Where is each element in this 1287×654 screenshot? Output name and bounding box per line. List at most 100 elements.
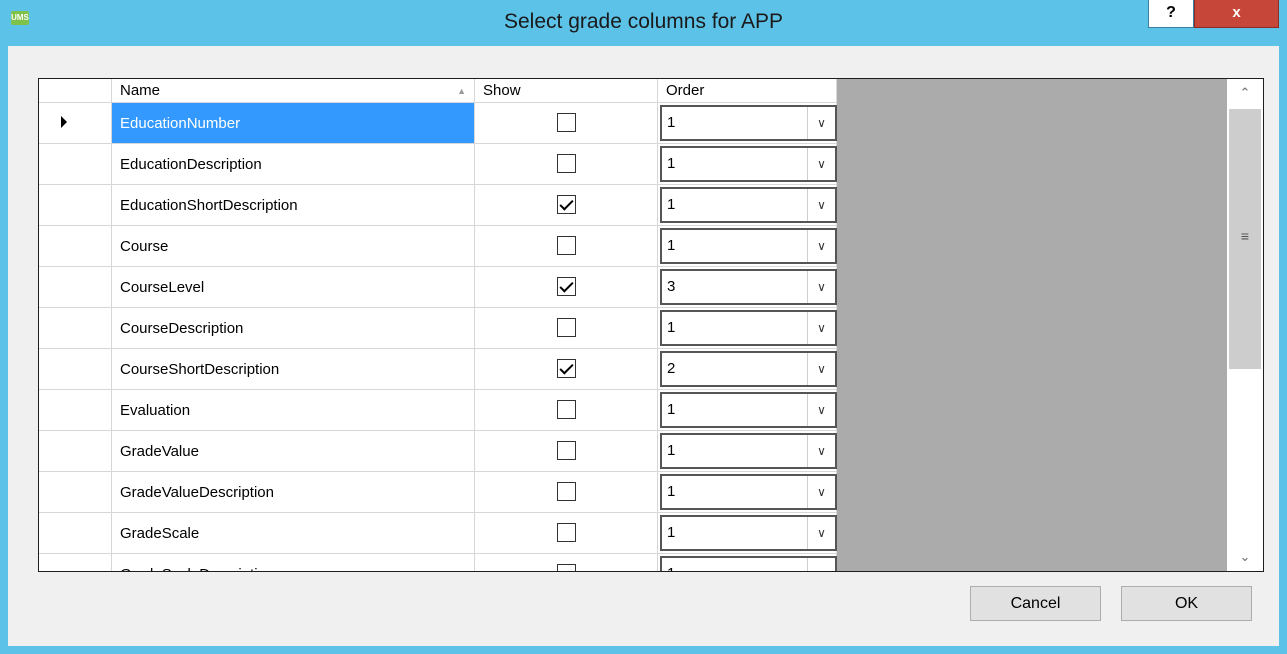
show-checkbox[interactable] <box>557 113 576 132</box>
scrollbar-thumb[interactable]: ≡ <box>1229 109 1261 369</box>
row-header[interactable] <box>39 185 112 226</box>
row-header[interactable] <box>39 144 112 185</box>
name-cell[interactable]: EducationDescription <box>112 144 475 185</box>
show-checkbox[interactable] <box>557 277 576 296</box>
table-row[interactable]: EducationShortDescription 1 ∨ <box>39 185 837 226</box>
order-value: 1 <box>667 319 676 336</box>
table-row[interactable]: GradeValueDescription 1 ∨ <box>39 472 837 513</box>
window-title: Select grade columns for APP <box>504 10 783 33</box>
vertical-scrollbar[interactable]: ⌃ ≡ ⌄ <box>1227 79 1263 571</box>
table-row[interactable]: CourseDescription 1 ∨ <box>39 308 837 349</box>
row-header[interactable] <box>39 513 112 554</box>
column-header-show-label: Show <box>483 82 521 99</box>
cancel-button[interactable]: Cancel <box>970 586 1101 621</box>
name-cell[interactable]: EducationShortDescription <box>112 185 475 226</box>
chevron-down-icon[interactable]: ∨ <box>807 148 835 180</box>
chevron-down-icon[interactable]: ∨ <box>807 517 835 549</box>
chevron-down-icon[interactable]: ∨ <box>807 271 835 303</box>
row-header[interactable] <box>39 267 112 308</box>
table-row[interactable]: CourseShortDescription 2 ∨ <box>39 349 837 390</box>
order-dropdown[interactable]: 1∨ <box>660 556 837 571</box>
name-cell[interactable]: Course <box>112 226 475 267</box>
show-cell <box>475 431 658 472</box>
column-header-order[interactable]: Order <box>658 79 837 103</box>
order-dropdown[interactable]: 1∨ <box>660 433 837 469</box>
chevron-down-icon[interactable]: ∨ <box>807 312 835 344</box>
order-dropdown[interactable]: 1∨ <box>660 515 837 551</box>
row-header[interactable] <box>39 308 112 349</box>
chevron-down-icon[interactable]: ∨ <box>807 107 835 139</box>
table-row[interactable]: Course 1 ∨ <box>39 226 837 267</box>
name-cell[interactable]: GradeScale <box>112 513 475 554</box>
show-cell <box>475 103 658 144</box>
order-cell: 1∨ <box>658 144 837 185</box>
row-header[interactable] <box>39 390 112 431</box>
order-dropdown[interactable]: 1∨ <box>660 392 837 428</box>
show-cell <box>475 226 658 267</box>
row-header[interactable] <box>39 472 112 513</box>
name-cell[interactable]: CourseShortDescription <box>112 349 475 390</box>
show-checkbox[interactable] <box>557 400 576 419</box>
order-dropdown[interactable]: 1∨ <box>660 310 837 346</box>
chevron-down-icon[interactable]: ∨ <box>807 476 835 508</box>
row-header[interactable] <box>39 226 112 267</box>
row-header[interactable] <box>39 554 112 571</box>
row-header[interactable] <box>39 103 112 144</box>
order-dropdown[interactable]: 1∨ <box>660 105 837 141</box>
show-checkbox[interactable] <box>557 523 576 542</box>
column-header-show[interactable]: Show <box>475 79 658 103</box>
name-cell[interactable]: Evaluation <box>112 390 475 431</box>
order-cell: 1∨ <box>658 308 837 349</box>
show-cell <box>475 554 658 571</box>
grade-columns-grid[interactable]: Name ▲ Show Order EducationNumber 1 ∨ Educa… <box>38 78 1264 572</box>
table-row[interactable]: Evaluation 1 ∨ <box>39 390 837 431</box>
name-cell[interactable]: EducationNumber <box>112 103 475 144</box>
table-row[interactable]: GradeScaleDescription1∨ <box>39 554 837 571</box>
scroll-down-arrow-icon[interactable]: ⌄ <box>1227 543 1263 571</box>
name-cell[interactable]: GradeValueDescription <box>112 472 475 513</box>
show-checkbox[interactable] <box>557 195 576 214</box>
show-checkbox[interactable] <box>557 564 576 571</box>
row-header[interactable] <box>39 431 112 472</box>
show-checkbox[interactable] <box>557 318 576 337</box>
order-dropdown[interactable]: 1∨ <box>660 146 837 182</box>
row-header-corner[interactable] <box>39 79 112 103</box>
close-button[interactable]: x <box>1194 0 1279 28</box>
show-checkbox[interactable] <box>557 482 576 501</box>
order-value: 1 <box>667 155 676 172</box>
name-cell[interactable]: GradeValue <box>112 431 475 472</box>
table-row[interactable]: GradeScale 1 ∨ <box>39 513 837 554</box>
chevron-down-icon[interactable]: ∨ <box>807 435 835 467</box>
order-value: 1 <box>667 442 676 459</box>
column-header-name[interactable]: Name ▲ <box>112 79 475 103</box>
order-dropdown[interactable]: 1∨ <box>660 474 837 510</box>
order-dropdown[interactable]: 1∨ <box>660 187 837 223</box>
table-row[interactable]: CourseLevel 3 ∨ <box>39 267 837 308</box>
name-cell[interactable]: CourseDescription <box>112 308 475 349</box>
chevron-down-icon[interactable]: ∨ <box>807 394 835 426</box>
show-checkbox[interactable] <box>557 236 576 255</box>
chevron-down-icon[interactable]: ∨ <box>807 558 835 571</box>
chevron-down-icon[interactable]: ∨ <box>807 353 835 385</box>
show-checkbox[interactable] <box>557 154 576 173</box>
name-cell[interactable]: CourseLevel <box>112 267 475 308</box>
help-button[interactable]: ? <box>1148 0 1194 28</box>
order-value: 1 <box>667 401 676 418</box>
show-checkbox[interactable] <box>557 359 576 378</box>
show-cell <box>475 390 658 431</box>
order-value: 1 <box>667 558 675 571</box>
column-header-order-label: Order <box>666 82 705 99</box>
scroll-up-arrow-icon[interactable]: ⌃ <box>1227 79 1263 107</box>
table-row[interactable]: EducationDescription 1 ∨ <box>39 144 837 185</box>
ok-button[interactable]: OK <box>1121 586 1252 621</box>
order-dropdown[interactable]: 2 ∨ <box>660 351 837 387</box>
show-checkbox[interactable] <box>557 441 576 460</box>
order-dropdown[interactable]: 1∨ <box>660 228 837 264</box>
chevron-down-icon[interactable]: ∨ <box>807 230 835 262</box>
chevron-down-icon[interactable]: ∨ <box>807 189 835 221</box>
name-cell[interactable]: GradeScaleDescription <box>112 554 475 571</box>
table-row[interactable]: EducationNumber 1 ∨ <box>39 103 837 144</box>
row-header[interactable] <box>39 349 112 390</box>
table-row[interactable]: GradeValue 1 ∨ <box>39 431 837 472</box>
order-dropdown[interactable]: 3 ∨ <box>660 269 837 305</box>
